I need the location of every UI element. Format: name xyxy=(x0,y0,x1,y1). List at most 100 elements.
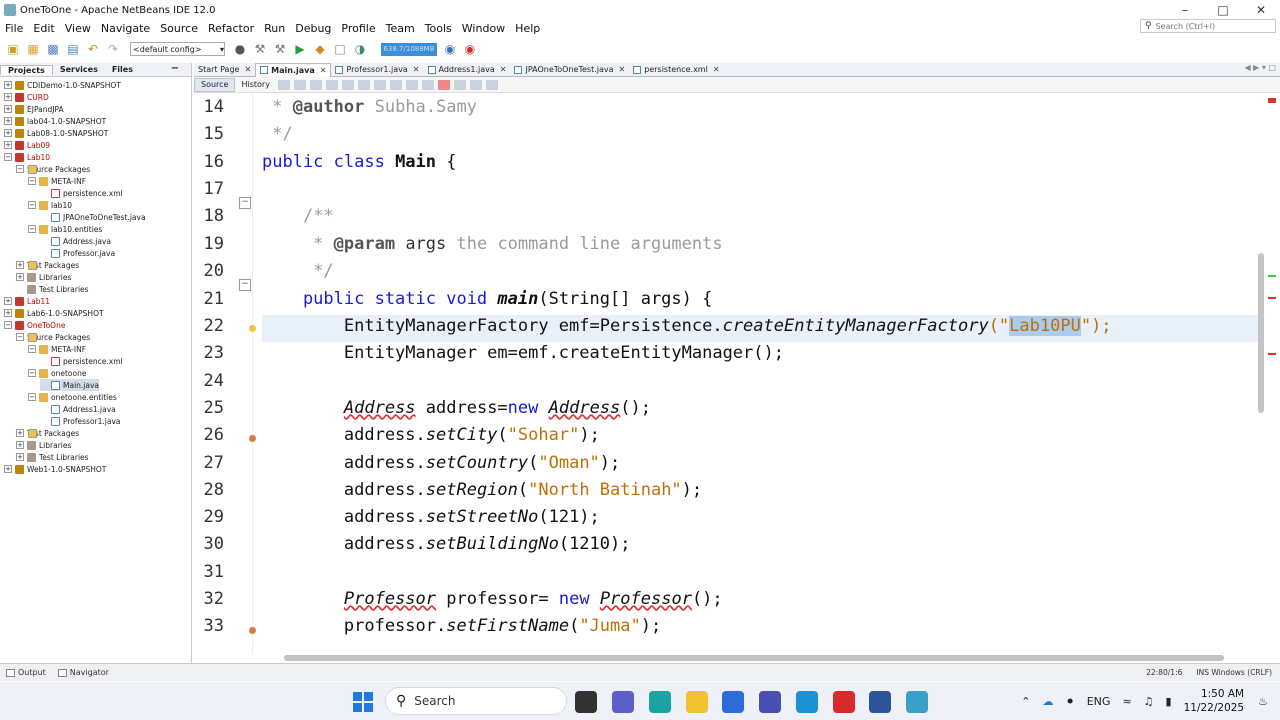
microphone-icon[interactable]: ⚫ xyxy=(1066,695,1075,708)
netbeans-taskbar-icon[interactable] xyxy=(906,691,928,713)
tree-item[interactable]: Professor1.java xyxy=(40,415,121,427)
close-button[interactable]: ✕ xyxy=(1242,0,1280,20)
browser-icon[interactable] xyxy=(796,691,818,713)
collapse-icon[interactable]: − xyxy=(28,201,36,209)
fold-toggle-icon[interactable]: − xyxy=(239,197,251,209)
windows-start-icon[interactable] xyxy=(352,691,374,713)
tree-item[interactable]: − lab10 xyxy=(28,199,72,211)
tree-item[interactable]: + Lab6-1.0-SNAPSHOT xyxy=(4,307,104,319)
horizontal-scrollbar[interactable] xyxy=(284,655,1224,661)
language-indicator[interactable]: ENG xyxy=(1087,695,1111,708)
collapse-icon[interactable]: − xyxy=(16,165,24,173)
tab-services[interactable]: Services xyxy=(53,65,105,74)
expand-icon[interactable]: + xyxy=(4,129,12,137)
tree-item[interactable]: Professor.java xyxy=(40,247,115,259)
close-tab-icon[interactable]: ✕ xyxy=(713,65,720,74)
file-explorer-icon[interactable] xyxy=(686,691,708,713)
task-view-icon[interactable] xyxy=(575,691,597,713)
redo-icon[interactable]: ↷ xyxy=(104,40,122,58)
maximize-button[interactable]: □ xyxy=(1204,0,1242,20)
fold-toggle-icon[interactable]: − xyxy=(239,279,251,291)
editor-tab[interactable]: JPAOneToOneTest.java ✕ xyxy=(510,63,629,77)
pause-icon[interactable]: ◉ xyxy=(461,40,479,58)
menu-profile[interactable]: Profile xyxy=(336,22,380,35)
code-editor[interactable]: * @author Subha.Samy */ public class Mai… xyxy=(254,94,1258,654)
expand-icon[interactable]: + xyxy=(4,309,12,317)
collapse-icon[interactable]: − xyxy=(4,153,12,161)
tree-item[interactable]: − Lab10 xyxy=(4,151,50,163)
outlook-icon[interactable] xyxy=(722,691,744,713)
tree-item[interactable]: + EJPandJPA xyxy=(4,103,64,115)
edge-icon[interactable] xyxy=(649,691,671,713)
expand-icon[interactable]: + xyxy=(16,273,24,281)
tree-item[interactable]: persistence.xml xyxy=(40,187,123,199)
open-project-icon[interactable]: ▩ xyxy=(44,40,62,58)
menu-navigate[interactable]: Navigate xyxy=(96,22,155,35)
menu-debug[interactable]: Debug xyxy=(290,22,336,35)
warning-marker[interactable] xyxy=(1268,275,1276,277)
undo-icon[interactable]: ↶ xyxy=(84,40,102,58)
menu-edit[interactable]: Edit xyxy=(28,22,59,35)
run-icon[interactable]: ▶ xyxy=(291,40,309,58)
close-tab-icon[interactable]: ✕ xyxy=(244,65,251,74)
tree-item[interactable]: − META-INF xyxy=(28,175,86,187)
tree-item[interactable]: − Source Packages xyxy=(16,331,90,343)
minimize-button[interactable]: – xyxy=(1166,0,1204,20)
teams-icon[interactable] xyxy=(612,691,634,713)
close-tab-icon[interactable]: ✕ xyxy=(413,65,420,74)
comment-icon[interactable] xyxy=(469,79,482,90)
close-tab-icon[interactable]: ✕ xyxy=(619,65,626,74)
error-marker[interactable] xyxy=(1268,297,1276,299)
tree-item[interactable]: − OneToOne xyxy=(4,319,65,331)
tree-item[interactable]: + CDIDemo-1.0-SNAPSHOT xyxy=(4,79,121,91)
chevron-up-icon[interactable]: ⌃ xyxy=(1021,695,1030,708)
tab-history[interactable]: History xyxy=(235,78,275,92)
tree-item[interactable]: Main.java xyxy=(40,379,100,391)
close-tab-icon[interactable]: ✕ xyxy=(500,65,507,74)
editor-tab[interactable]: Address1.java ✕ xyxy=(424,63,511,77)
profile-options-icon[interactable]: ◑ xyxy=(351,40,369,58)
expand-icon[interactable]: + xyxy=(4,105,12,113)
config-select[interactable]: <default config> ▾ xyxy=(130,42,225,56)
globe-icon[interactable]: ● xyxy=(231,40,249,58)
collapse-icon[interactable]: − xyxy=(4,321,12,329)
tree-item[interactable]: persistence.xml xyxy=(40,355,123,367)
tree-item[interactable]: + Libraries xyxy=(16,271,71,283)
tree-item[interactable]: + Lab11 xyxy=(4,295,50,307)
tree-item[interactable]: − lab10.entities xyxy=(28,223,102,235)
tree-item[interactable]: + Lab08-1.0-SNAPSHOT xyxy=(4,127,108,139)
expand-icon[interactable]: + xyxy=(16,429,24,437)
expand-icon[interactable]: + xyxy=(4,81,12,89)
uncomment-icon[interactable] xyxy=(485,79,498,90)
collapse-icon[interactable]: − xyxy=(28,393,36,401)
editor-tab[interactable]: Professor1.java ✕ xyxy=(331,63,423,77)
search-input[interactable]: ⚲ Search (Ctrl+I) xyxy=(1140,19,1276,33)
collapse-icon[interactable]: − xyxy=(28,225,36,233)
stop-macro-icon[interactable] xyxy=(453,79,466,90)
expand-icon[interactable]: + xyxy=(4,117,12,125)
last-edit-icon[interactable] xyxy=(277,79,290,90)
minimize-panel-button[interactable]: − xyxy=(164,63,186,74)
tree-item[interactable]: + Test Libraries xyxy=(16,451,89,463)
tree-item[interactable]: + lab04-1.0-SNAPSHOT xyxy=(4,115,106,127)
scroll-thumb[interactable] xyxy=(1258,253,1264,413)
clean-build-icon[interactable]: ⚒ xyxy=(271,40,289,58)
tree-item[interactable]: − onetoone xyxy=(28,367,86,379)
tree-item[interactable]: + CURD xyxy=(4,91,49,103)
tab-projects[interactable]: Projects xyxy=(0,64,53,75)
shift-left-icon[interactable] xyxy=(405,79,418,90)
tree-item[interactable]: + Test Packages xyxy=(16,427,79,439)
collapse-icon[interactable]: − xyxy=(28,345,36,353)
find-icon[interactable] xyxy=(325,79,338,90)
collapse-icon[interactable]: − xyxy=(16,333,24,341)
menu-tools[interactable]: Tools xyxy=(420,22,457,35)
back-icon[interactable] xyxy=(293,79,306,90)
collapse-icon[interactable]: − xyxy=(28,177,36,185)
menu-view[interactable]: View xyxy=(60,22,96,35)
volume-icon[interactable]: ♫ xyxy=(1144,695,1154,708)
expand-icon[interactable]: + xyxy=(16,441,24,449)
expand-icon[interactable]: + xyxy=(4,141,12,149)
tree-item[interactable]: + Web1-1.0-SNAPSHOT xyxy=(4,463,106,475)
debug-icon[interactable]: ◆ xyxy=(311,40,329,58)
shift-right-icon[interactable] xyxy=(421,79,434,90)
